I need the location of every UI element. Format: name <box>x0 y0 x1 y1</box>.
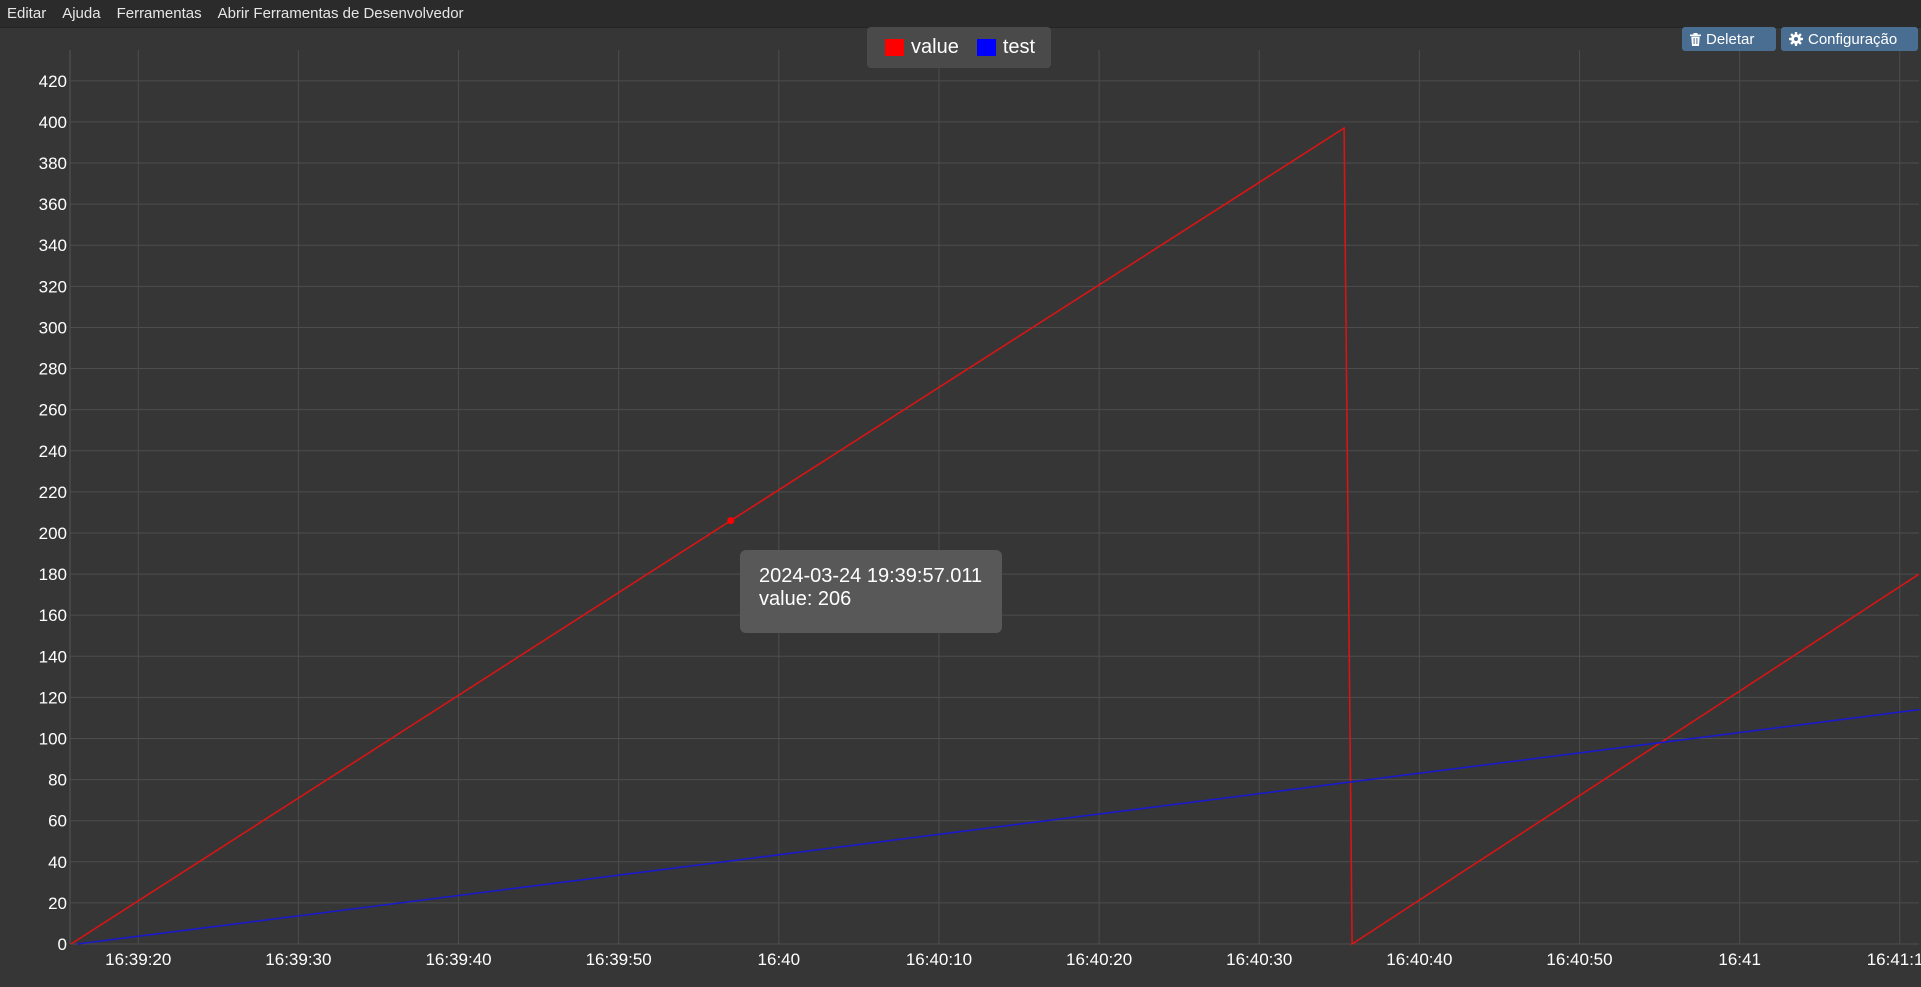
y-tick-label: 80 <box>48 771 67 790</box>
tooltip-value: value: 206 <box>759 588 852 610</box>
x-tick-label: 16:40:20 <box>1066 950 1132 969</box>
legend-entry-value[interactable]: value <box>885 36 959 59</box>
config-button-label: Configuração <box>1808 30 1898 48</box>
x-tick-label: 16:39:30 <box>265 950 331 969</box>
menu-bar: Editar Ajuda Ferramentas Abrir Ferrament… <box>0 0 1921 28</box>
config-button[interactable]: Configuração <box>1781 27 1918 51</box>
y-tick-label: 160 <box>39 606 67 625</box>
y-tick-label: 420 <box>39 72 67 91</box>
x-tick-label: 16:39:50 <box>586 950 652 969</box>
y-tick-label: 120 <box>39 688 67 707</box>
y-tick-label: 140 <box>39 647 67 666</box>
y-tick-label: 20 <box>48 894 67 913</box>
x-tick-label: 16:39:20 <box>105 950 171 969</box>
legend-entry-test[interactable]: test <box>976 36 1036 59</box>
x-tick-label: 16:40 <box>758 950 801 969</box>
delete-button[interactable]: Deletar <box>1682 27 1776 51</box>
y-axis-tick-labels: 0 20 40 60 80 100 120 140 160 180 200 220 240 260 280 3… <box>39 72 67 954</box>
menu-item-editar[interactable]: Editar <box>0 0 54 27</box>
menu-item-ferramentas[interactable]: Ferramentas <box>109 0 210 27</box>
y-tick-label: 380 <box>39 154 67 173</box>
legend-swatch-value <box>885 39 904 56</box>
y-tick-label: 340 <box>39 236 67 255</box>
legend-swatch-test <box>976 39 996 56</box>
x-tick-label: 16:41:10 <box>1867 950 1921 969</box>
y-tick-label: 0 <box>58 935 67 954</box>
chart-legend: value test <box>867 27 1051 68</box>
y-tick-label: 320 <box>39 277 67 296</box>
tooltip-timestamp: 2024-03-24 19:39:57.011 <box>759 565 983 587</box>
trash-icon <box>1690 32 1701 46</box>
y-tick-label: 40 <box>48 853 67 872</box>
y-tick-label: 400 <box>39 113 67 132</box>
y-tick-label: 200 <box>39 524 67 543</box>
delete-button-label: Deletar <box>1706 30 1755 48</box>
x-tick-label: 16:40:10 <box>906 950 972 969</box>
legend-label-value: value <box>911 36 959 58</box>
menu-item-ajuda[interactable]: Ajuda <box>54 0 108 27</box>
data-point-tooltip: 2024-03-24 19:39:57.011 value: 206 <box>740 550 1002 633</box>
y-tick-label: 300 <box>39 318 67 337</box>
y-tick-label: 60 <box>48 812 67 831</box>
legend-label-test: test <box>1002 36 1036 58</box>
x-axis-tick-labels: 16:39:20 16:39:30 16:39:40 16:39:50 16:40 16:… <box>105 950 1921 969</box>
grid-lines <box>69 50 1919 945</box>
x-tick-label: 16:40:50 <box>1546 950 1612 969</box>
y-tick-label: 220 <box>39 483 67 502</box>
x-tick-label: 16:41 <box>1718 950 1761 969</box>
series-lines <box>70 126 1920 946</box>
x-tick-label: 16:40:40 <box>1386 950 1452 969</box>
x-tick-label: 16:40:30 <box>1226 950 1292 969</box>
y-tick-label: 240 <box>39 442 67 461</box>
gear-icon <box>1789 32 1803 46</box>
y-tick-label: 360 <box>39 195 67 214</box>
series-line-value[interactable] <box>70 126 1920 946</box>
menu-item-devtools[interactable]: Abrir Ferramentas de Desenvolvedor <box>210 0 472 27</box>
y-tick-label: 100 <box>39 729 67 748</box>
x-tick-label: 16:39:40 <box>425 950 491 969</box>
y-tick-label: 180 <box>39 565 67 584</box>
line-chart[interactable]: 0 20 40 60 80 100 120 140 160 180 200 220 240 260 280 3… <box>0 0 1921 987</box>
highlighted-point[interactable] <box>727 517 735 525</box>
y-tick-label: 260 <box>39 401 67 420</box>
y-tick-label: 280 <box>39 360 67 379</box>
series-line-test[interactable] <box>77 708 1920 945</box>
